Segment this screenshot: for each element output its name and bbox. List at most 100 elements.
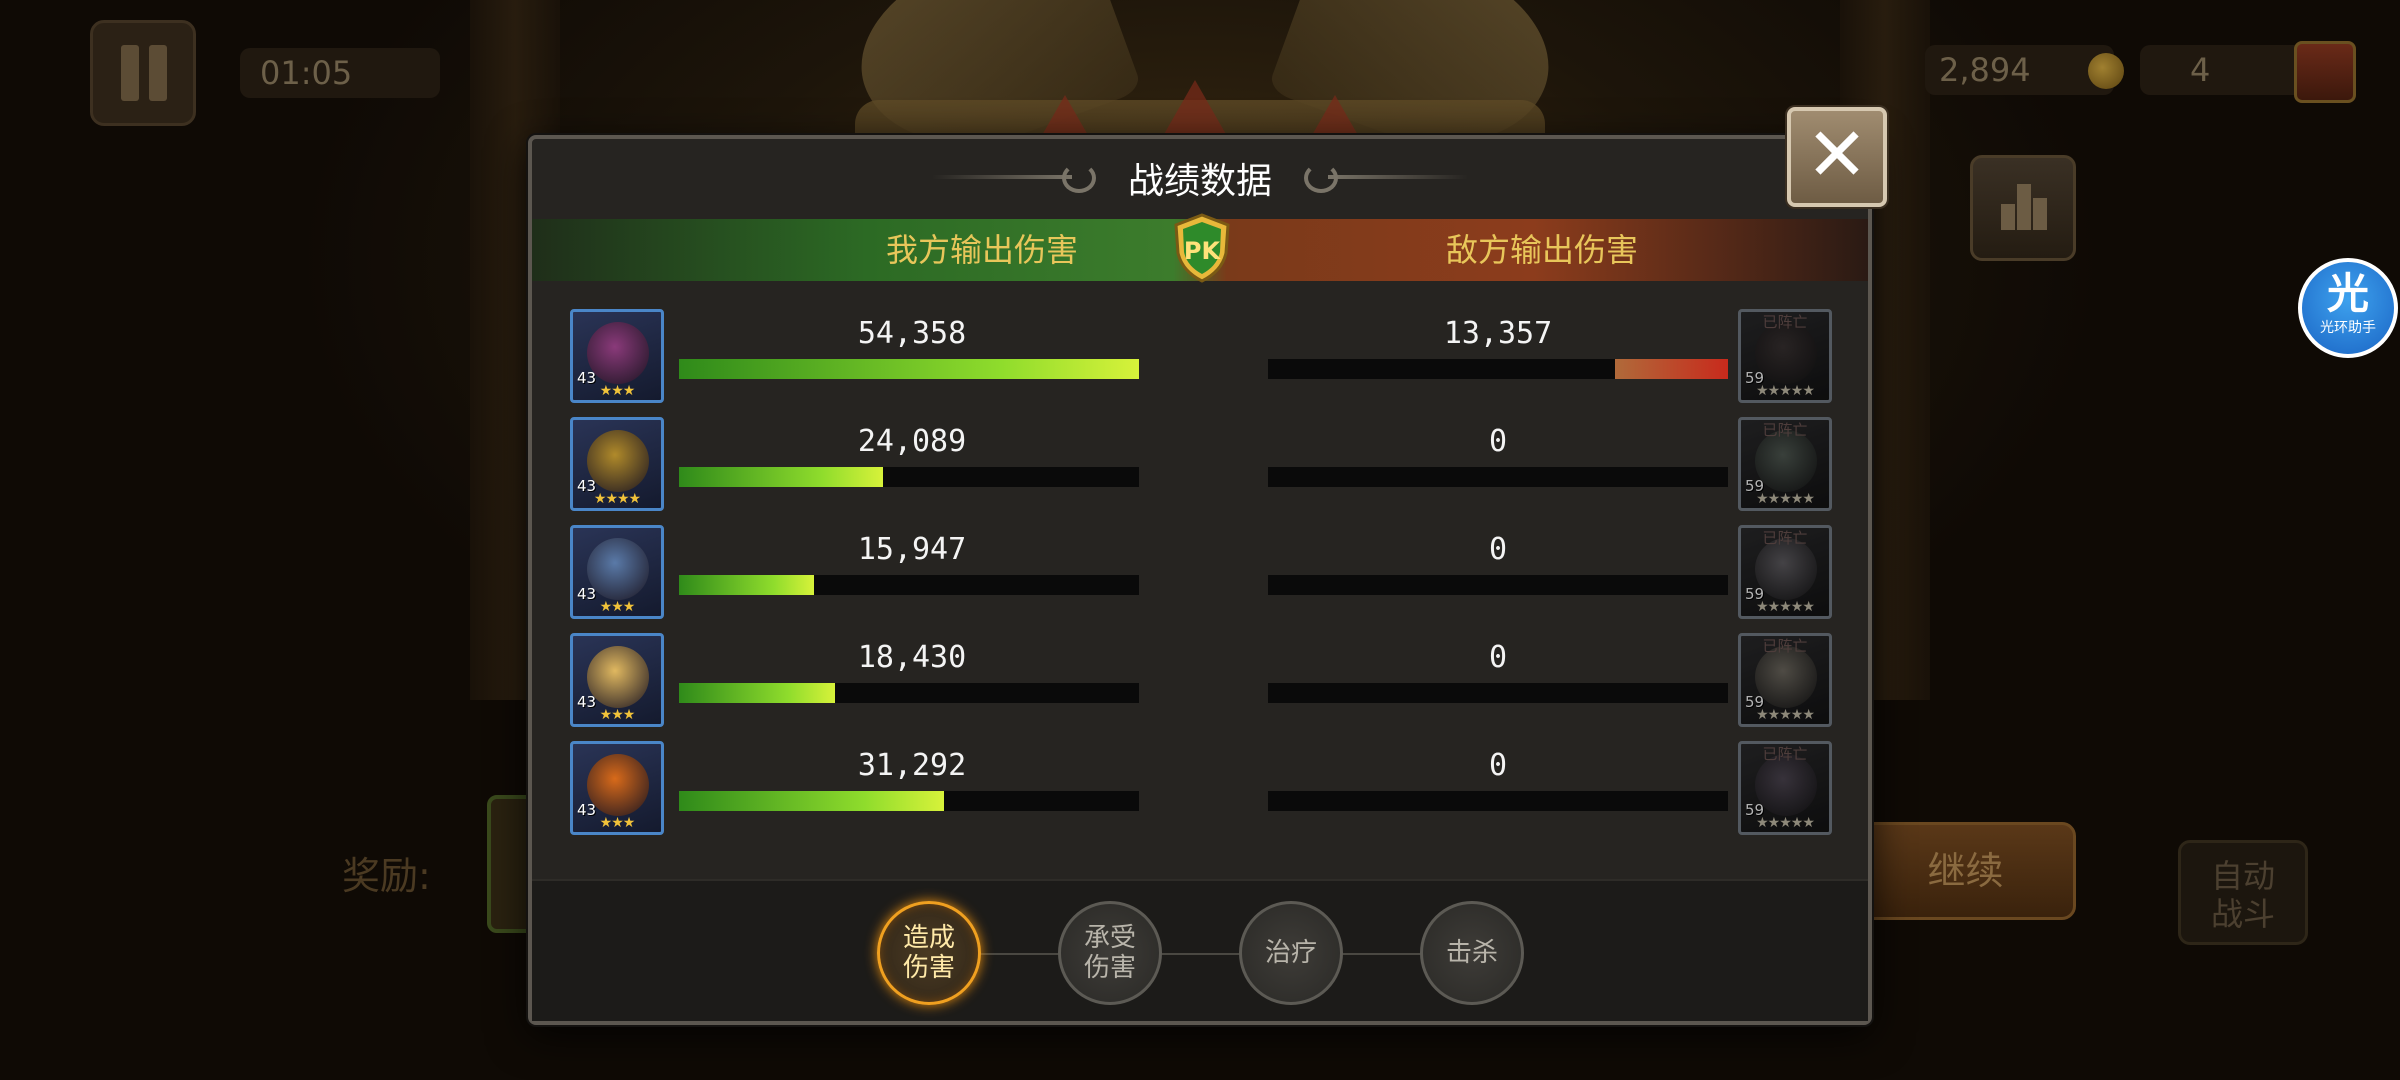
ally-damage-value: 15,947: [857, 532, 967, 567]
enemy-hero-portrait[interactable]: 已阵亡 59 ★★★★★: [1738, 309, 1832, 403]
close-button[interactable]: ✕: [1787, 107, 1887, 207]
enemy-damage-value: 0: [1488, 640, 1508, 675]
bar-chart-icon: [2001, 204, 2015, 230]
damage-row: 43 ★★★ 54,358 13,357 已阵亡 59 ★★★★★: [532, 309, 1868, 419]
ally-hero-portrait[interactable]: 43 ★★★: [570, 309, 664, 403]
reward-label: 奖励:: [342, 854, 431, 898]
ally-damage-bar: [679, 683, 1139, 703]
hero-stars-icon: ★★★: [599, 815, 636, 831]
hero-face-icon: [587, 538, 649, 600]
ally-hero-portrait[interactable]: 43 ★★★: [570, 741, 664, 835]
coin-icon: [2088, 53, 2124, 89]
treasure-chest-icon: [2294, 41, 2356, 103]
tab-label: 承受 伤害: [1083, 923, 1136, 983]
ally-hero-portrait[interactable]: 43 ★★★: [570, 525, 664, 619]
enemy-hero-portrait[interactable]: 已阵亡 59 ★★★★★: [1738, 633, 1832, 727]
pause-button[interactable]: [90, 20, 196, 126]
enemy-damage-header: 敌方输出伤害: [1445, 231, 1638, 269]
ally-hero-portrait[interactable]: 43 ★★★: [570, 633, 664, 727]
hero-stars-icon: ★★★: [599, 707, 636, 723]
auto-battle-label: 战斗: [2210, 895, 2275, 933]
hero-stars-icon: ★★★: [599, 599, 636, 615]
hero-stars-icon: ★★★: [599, 383, 636, 399]
ally-damage-value: 31,292: [857, 748, 967, 783]
hero-face-icon: [587, 430, 649, 492]
enemy-damage-bar-fill: [1614, 359, 1728, 379]
enemy-damage-bar: [1268, 791, 1728, 811]
enemy-damage-bar: [1268, 575, 1728, 595]
defeated-status: 已阵亡: [1762, 745, 1808, 763]
assistant-label: 光环助手: [2320, 320, 2376, 336]
ally-hero-portrait[interactable]: 43 ★★★★: [570, 417, 664, 511]
gold-counter: 2,894: [1925, 45, 2124, 95]
damage-row: 43 ★★★ 31,292 0 已阵亡 59 ★★★★★: [532, 741, 1868, 851]
hero-face-icon: [587, 754, 649, 816]
enemy-damage-bar: [1268, 359, 1728, 379]
defeated-status: 已阵亡: [1762, 529, 1808, 547]
ally-damage-bar: [679, 467, 1139, 487]
tab-label: 击杀: [1445, 938, 1498, 968]
ally-damage-bar: [679, 575, 1139, 595]
defeated-status: 已阵亡: [1762, 313, 1808, 331]
enemy-damage-bar: [1268, 683, 1728, 703]
ally-damage-bar-fill: [679, 467, 883, 487]
enemy-damage-bar: [1268, 467, 1728, 487]
enemy-hero-portrait[interactable]: 已阵亡 59 ★★★★★: [1738, 417, 1832, 511]
ally-damage-bar-fill: [679, 359, 1139, 379]
tab-connector-line: [932, 953, 1468, 955]
hero-stars-icon: ★★★★: [593, 491, 641, 507]
assistant-floating-button[interactable]: 光 光环助手: [2298, 258, 2398, 358]
dialog-title: 战绩数据: [1127, 161, 1272, 202]
enemy-damage-value: 13,357: [1443, 316, 1553, 351]
title-ornament-right: [1304, 163, 1468, 193]
close-icon: ✕: [1805, 112, 1868, 198]
enemy-damage-value: 0: [1488, 424, 1508, 459]
enemy-hero-portrait[interactable]: 已阵亡 59 ★★★★★: [1738, 525, 1832, 619]
ally-damage-header: 我方输出伤害: [885, 231, 1078, 269]
bar-chart-icon: [2017, 184, 2031, 230]
auto-battle-label: 自动: [2210, 857, 2275, 895]
pause-icon: [149, 45, 167, 101]
svg-text:PK: PK: [1184, 237, 1222, 265]
hero-face-icon: [1755, 646, 1817, 708]
ally-damage-bar-fill: [679, 575, 814, 595]
tab-healing[interactable]: 治疗: [1239, 901, 1343, 1005]
ally-damage-bar-fill: [679, 683, 835, 703]
hero-face-icon: [587, 646, 649, 708]
damage-row: 43 ★★★ 18,430 0 已阵亡 59 ★★★★★: [532, 633, 1868, 743]
hero-stars-icon: ★★★★★: [1756, 491, 1815, 507]
damage-row: 43 ★★★ 15,947 0 已阵亡 59 ★★★★★: [532, 525, 1868, 635]
title-ornament-left: [932, 163, 1096, 193]
tab-label: 治疗: [1264, 938, 1317, 968]
ally-damage-value: 18,430: [857, 640, 967, 675]
pk-shield-icon: PK: [1172, 213, 1232, 283]
assistant-icon: 光: [2326, 269, 2369, 318]
hero-face-icon: [587, 322, 649, 384]
chest-count: 4: [2190, 51, 2211, 89]
bar-chart-icon: [2033, 198, 2047, 230]
battle-stats-button[interactable]: [1970, 155, 2076, 261]
tab-damage-taken[interactable]: 承受 伤害: [1058, 901, 1162, 1005]
continue-button[interactable]: 继续: [1855, 822, 2076, 920]
tab-damage-dealt[interactable]: 造成 伤害: [877, 901, 981, 1005]
hero-face-icon: [1755, 754, 1817, 816]
ally-damage-bar: [679, 359, 1139, 379]
tab-label: 造成 伤害: [902, 923, 955, 983]
ally-damage-bar-fill: [679, 791, 944, 811]
gold-amount: 2,894: [1939, 51, 2031, 89]
enemy-damage-value: 0: [1488, 532, 1508, 567]
tab-kills[interactable]: 击杀: [1420, 901, 1524, 1005]
battle-timer: 01:05: [240, 48, 440, 98]
pause-icon: [121, 45, 139, 101]
defeated-status: 已阵亡: [1762, 421, 1808, 439]
hero-face-icon: [1755, 538, 1817, 600]
stat-tabs-bar: 造成 伤害 承受 伤害 治疗 击杀: [532, 879, 1868, 1021]
hero-stars-icon: ★★★★★: [1756, 383, 1815, 399]
damage-header-band: 我方输出伤害 PK 敌方输出伤害: [532, 213, 1868, 283]
damage-row: 43 ★★★★ 24,089 0 已阵亡 59 ★★★★★: [532, 417, 1868, 527]
battle-statistics-dialog: 战绩数据 我方输出伤害 PK 敌方输出伤害 43 ★★★ 54,358 13,3…: [528, 135, 1872, 1025]
enemy-damage-value: 0: [1488, 748, 1508, 783]
chest-counter: 4: [2140, 41, 2356, 103]
enemy-hero-portrait[interactable]: 已阵亡 59 ★★★★★: [1738, 741, 1832, 835]
auto-battle-button[interactable]: 自动 战斗: [2178, 840, 2308, 945]
